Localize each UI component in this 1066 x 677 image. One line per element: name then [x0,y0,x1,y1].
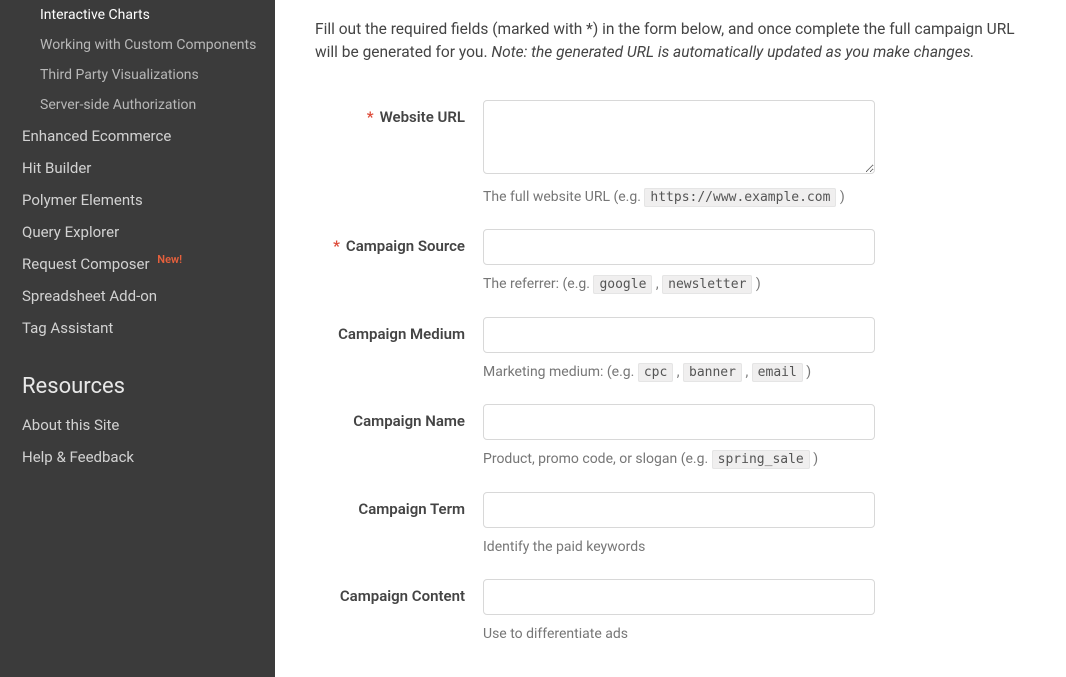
sidebar-item-spreadsheet-addon[interactable]: Spreadsheet Add-on [0,280,275,312]
help-campaign-source: The referrer: (e.g. google , newsletter … [483,275,875,295]
field-campaign-medium: Campaign Medium Marketing medium: (e.g. … [315,317,1026,383]
required-mark: * [367,108,374,126]
help-campaign-medium: Marketing medium: (e.g. cpc , banner , e… [483,363,875,383]
label-text: Campaign Term [358,500,465,518]
help-suffix: ) [803,364,811,380]
help-code: https://www.example.com [644,188,836,207]
help-code: cpc [638,363,673,382]
new-badge: New! [157,253,182,266]
sidebar-nav: Interactive Charts Working with Custom C… [0,0,275,473]
sidebar-item-query-explorer[interactable]: Query Explorer [0,216,275,248]
sidebar-item-hit-builder[interactable]: Hit Builder [0,152,275,184]
sidebar-item-tag-assistant[interactable]: Tag Assistant [0,312,275,344]
help-code: google [593,275,652,294]
field-campaign-content: Campaign Content Use to differentiate ad… [315,579,1026,645]
sidebar-sub-interactive-charts[interactable]: Interactive Charts [0,0,275,30]
sidebar-item-label: Hit Builder [22,159,91,177]
help-prefix: Product, promo code, or slogan (e.g. [483,451,712,467]
sidebar-sub-server-side-auth[interactable]: Server-side Authorization [0,90,275,120]
sidebar-item-label: Spreadsheet Add-on [22,287,157,305]
help-code: newsletter [662,275,752,294]
control-wrap: Identify the paid keywords [483,492,875,558]
sidebar-sub-custom-components[interactable]: Working with Custom Components [0,30,275,60]
help-suffix: ) [752,276,760,292]
control-wrap: Use to differentiate ads [483,579,875,645]
sidebar-item-label: Tag Assistant [22,319,113,337]
website-url-input[interactable] [483,100,875,174]
label-campaign-source: * Campaign Source [315,229,483,255]
help-prefix: The referrer: (e.g. [483,276,593,292]
help-sep: , [742,364,752,380]
label-campaign-name: Campaign Name [315,404,483,430]
help-suffix: ) [836,189,844,205]
help-code: banner [683,363,742,382]
field-campaign-name: Campaign Name Product, promo code, or sl… [315,404,1026,470]
label-campaign-term: Campaign Term [315,492,483,518]
label-campaign-content: Campaign Content [315,579,483,605]
sidebar-resources-heading: Resources [0,344,275,409]
sidebar-item-enhanced-ecommerce[interactable]: Enhanced Ecommerce [0,120,275,152]
control-wrap: Marketing medium: (e.g. cpc , banner , e… [483,317,875,383]
help-suffix: ) [810,451,818,467]
sidebar-item-label: Enhanced Ecommerce [22,127,171,145]
label-campaign-medium: Campaign Medium [315,317,483,343]
help-website-url: The full website URL (e.g. https://www.e… [483,188,875,208]
campaign-term-input[interactable] [483,492,875,528]
campaign-source-input[interactable] [483,229,875,265]
field-campaign-term: Campaign Term Identify the paid keywords [315,492,1026,558]
sidebar-item-about-site[interactable]: About this Site [0,409,275,441]
main-content: Fill out the required fields (marked wit… [275,0,1066,677]
control-wrap: Product, promo code, or slogan (e.g. spr… [483,404,875,470]
sidebar-item-polymer-elements[interactable]: Polymer Elements [0,184,275,216]
label-text: Campaign Source [346,237,465,255]
help-code: email [752,363,803,382]
sidebar-item-label: Request Composer [22,255,150,273]
sidebar: Interactive Charts Working with Custom C… [0,0,275,677]
sidebar-item-label: Query Explorer [22,223,119,241]
field-campaign-source: * Campaign Source The referrer: (e.g. goo… [315,229,1026,295]
control-wrap: The referrer: (e.g. google , newsletter … [483,229,875,295]
help-sep: , [673,364,683,380]
label-text: Campaign Name [353,412,465,430]
label-text: Website URL [380,108,465,126]
intro-text: Fill out the required fields (marked wit… [315,18,1026,65]
sidebar-sub-third-party-viz[interactable]: Third Party Visualizations [0,60,275,90]
campaign-name-input[interactable] [483,404,875,440]
help-campaign-term: Identify the paid keywords [483,538,875,558]
help-prefix: Marketing medium: (e.g. [483,364,638,380]
help-sep: , [652,276,662,292]
sidebar-item-request-composer[interactable]: Request Composer New! [0,248,275,280]
campaign-medium-input[interactable] [483,317,875,353]
intro-note: Note: the generated URL is automatically… [491,43,974,61]
label-website-url: * Website URL [315,100,483,126]
help-campaign-name: Product, promo code, or slogan (e.g. spr… [483,450,875,470]
sidebar-item-help-feedback[interactable]: Help & Feedback [0,441,275,473]
label-text: Campaign Medium [338,325,465,343]
help-prefix: The full website URL (e.g. [483,189,644,205]
sidebar-item-label: Polymer Elements [22,191,143,209]
required-mark: * [333,237,340,255]
field-website-url: * Website URL The full website URL (e.g. … [315,100,1026,208]
help-code: spring_sale [712,450,810,469]
label-text: Campaign Content [340,587,465,605]
campaign-content-input[interactable] [483,579,875,615]
help-campaign-content: Use to differentiate ads [483,625,875,645]
control-wrap: The full website URL (e.g. https://www.e… [483,100,875,208]
